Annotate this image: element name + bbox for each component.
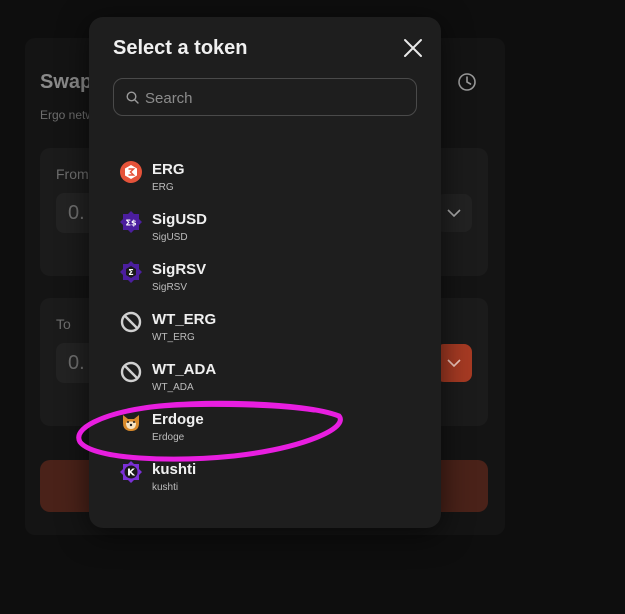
- search-field[interactable]: [113, 78, 417, 117]
- network-label: Ergo netw: [40, 108, 95, 122]
- erg-icon: [120, 161, 142, 183]
- no-logo-icon: [120, 311, 142, 333]
- to-token-select[interactable]: [436, 344, 472, 382]
- token-name: kushti: [152, 482, 179, 493]
- token-name: SigRSV: [152, 282, 188, 293]
- token-symbol: WT_ERG: [152, 311, 217, 328]
- history-icon[interactable]: [457, 72, 477, 92]
- token-symbol: Erdoge: [152, 411, 204, 428]
- token-item-erdoge[interactable]: Erdoge Erdoge: [89, 402, 441, 452]
- token-item-kushti[interactable]: K kushti kushti: [89, 452, 441, 502]
- token-name: WT_ADA: [152, 382, 194, 393]
- swap-title: Swap: [40, 71, 93, 93]
- token-list: ERG ERG Σ$ SigUSD SigUSD Σ SigRSV SigRSV…: [89, 152, 441, 502]
- select-token-modal: Select a token ERG ERG Σ$ SigUSD SigUSD …: [89, 17, 441, 528]
- search-icon: [126, 91, 139, 104]
- kushti-icon: K: [120, 461, 142, 483]
- from-label: From: [56, 166, 89, 182]
- svg-text:Σ$: Σ$: [125, 219, 136, 228]
- sigusd-icon: Σ$: [120, 211, 142, 233]
- token-item-erg[interactable]: ERG ERG: [89, 152, 441, 202]
- token-name: ERG: [152, 182, 174, 193]
- modal-title: Select a token: [113, 37, 248, 59]
- close-icon[interactable]: [403, 38, 423, 58]
- token-symbol: kushti: [152, 461, 197, 478]
- token-item-wt-erg[interactable]: WT_ERG WT_ERG: [89, 302, 441, 352]
- token-symbol: SigUSD: [152, 211, 208, 228]
- token-name: SigUSD: [152, 232, 188, 243]
- token-symbol: SigRSV: [152, 261, 207, 278]
- token-item-sigusd[interactable]: Σ$ SigUSD SigUSD: [89, 202, 441, 252]
- search-input[interactable]: [143, 79, 407, 117]
- erdoge-icon: [120, 411, 142, 433]
- token-name: Erdoge: [152, 432, 185, 443]
- token-item-sigrsv[interactable]: Σ SigRSV SigRSV: [89, 252, 441, 302]
- token-item-wt-ada[interactable]: WT_ADA WT_ADA: [89, 352, 441, 402]
- token-symbol: ERG: [152, 161, 185, 178]
- to-label: To: [56, 316, 71, 332]
- from-token-select[interactable]: [436, 194, 472, 232]
- chevron-down-icon: [447, 359, 461, 368]
- token-name: WT_ERG: [152, 332, 195, 343]
- no-logo-icon: [120, 361, 142, 383]
- svg-text:K: K: [127, 468, 136, 479]
- svg-text:Σ: Σ: [128, 268, 133, 277]
- sigrsv-icon: Σ: [120, 261, 142, 283]
- token-symbol: WT_ADA: [152, 361, 217, 378]
- chevron-down-icon: [447, 209, 461, 218]
